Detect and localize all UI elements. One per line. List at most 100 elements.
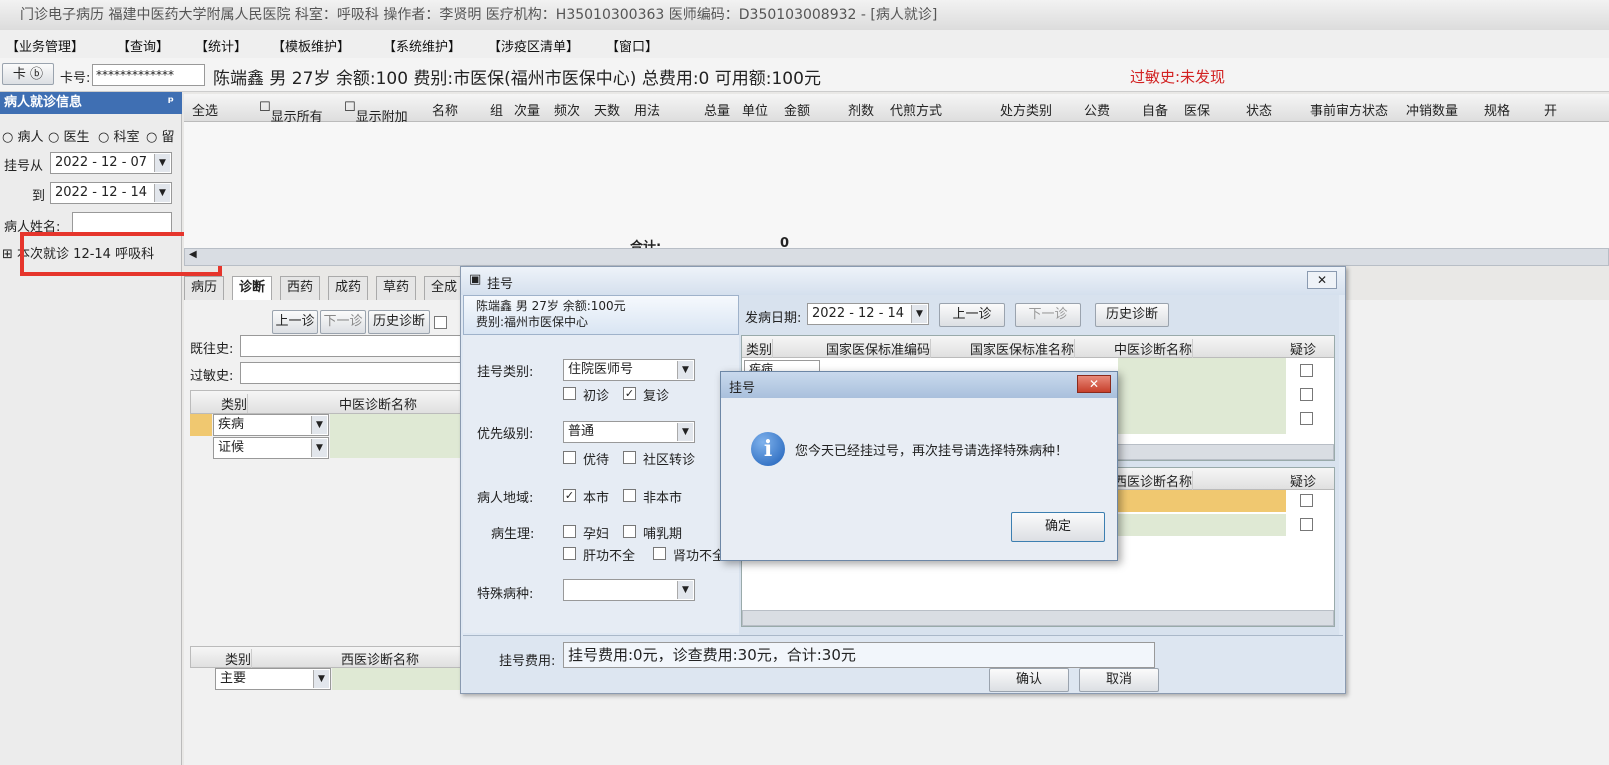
patient-name-input[interactable] (72, 212, 172, 234)
panel-title: 病人就诊信息 ᵖ (0, 92, 182, 114)
chevron-down-icon: ▼ (911, 305, 927, 323)
menu-business[interactable]: 【业务管理】 (6, 36, 84, 55)
col-days: 天数 (594, 104, 621, 119)
pin-icon[interactable]: ᵖ (168, 92, 174, 114)
radio-dept[interactable]: ○ 科室 (98, 126, 140, 145)
reg-prev-visit-button[interactable]: 上一诊 (939, 303, 1005, 327)
onset-date-picker[interactable]: 2022 - 12 - 14 ▼ (807, 303, 929, 325)
physio-label: 病生理: (491, 527, 535, 542)
menu-epidemic[interactable]: 【涉疫区清单】 (488, 36, 579, 55)
tab-medical-record[interactable]: 病历 (184, 276, 225, 300)
priority-select[interactable]: 普通 ▼ (563, 421, 695, 443)
patient-summary: 陈端鑫 男 27岁 余额:100 费别:市医保(福州市医保中心) 总费用:0 可… (213, 69, 821, 89)
tab-western-medicine[interactable]: 西药 (280, 276, 321, 300)
reg-form: 挂号类别: 住院医师号 ▼ 初诊 ✓ 复诊 优先级别: 普通 ▼ 优待 社区转诊 病… (463, 335, 739, 633)
first-visit-checkbox[interactable] (563, 387, 576, 400)
reg-tcm-cells[interactable] (1118, 358, 1286, 434)
show-all-checkbox[interactable]: ☐ 显示所有 (259, 100, 323, 125)
col-status: 状态 (1246, 104, 1273, 119)
tcm-type-select-2[interactable]: 证候 ▼ (213, 437, 329, 459)
allergy-history-input[interactable] (240, 362, 466, 384)
dialog-titlebar: ▣ 挂号 ✕ (461, 267, 1345, 295)
reg-wm-cell[interactable] (1118, 514, 1286, 536)
local-label: 本市 (583, 491, 610, 506)
card-button[interactable]: 卡 ⓑ (2, 63, 54, 85)
tab-patent-medicine[interactable]: 成药 (328, 276, 369, 300)
menu-window[interactable]: 【窗口】 (606, 36, 658, 55)
reg-wm-scrollbar[interactable] (742, 610, 1334, 626)
wm-type-select[interactable]: 主要 ▼ (215, 668, 331, 690)
confirm-button[interactable]: 确认 (989, 668, 1069, 692)
card-number-input[interactable]: ************* (92, 64, 205, 86)
to-date-picker[interactable]: 2022 - 12 - 14 ▼ (50, 182, 172, 204)
preferential-checkbox[interactable] (563, 451, 576, 464)
expand-icon[interactable]: ⊞ (2, 247, 13, 262)
reg-col-tcm-name: 中医诊断名称 (1114, 339, 1194, 358)
suspect-checkbox-3[interactable] (1300, 412, 1313, 425)
info-icon: i (751, 432, 785, 466)
suspect-checkbox-1[interactable] (1300, 364, 1313, 377)
horizontal-scrollbar[interactable]: ◀ (184, 248, 1609, 266)
menu-stats[interactable]: 【统计】 (195, 36, 247, 55)
community-referral-checkbox[interactable] (623, 451, 636, 464)
col-usage: 用法 (634, 104, 661, 119)
reg-history-diagnosis-button[interactable]: 历史诊断 (1095, 303, 1169, 327)
past-history-label: 既往史: (190, 342, 234, 357)
radio-patient[interactable]: ○ 病人 (2, 126, 44, 145)
menu-query[interactable]: 【查询】 (117, 36, 169, 55)
cancel-button[interactable]: 取消 (1079, 668, 1159, 692)
suspect-checkbox-2[interactable] (1300, 388, 1313, 401)
prescription-grid-header: 全选 ☐ 显示所有 ☐ 显示附加 名称 组 次量 频次 天数 用法 总量 单位 … (184, 94, 1609, 125)
reg-wm-selected-cell[interactable] (1118, 490, 1286, 512)
wm-suspect-checkbox-2[interactable] (1300, 518, 1313, 531)
chevron-down-icon: ▼ (677, 581, 693, 599)
tab-herbal[interactable]: 草药 (376, 276, 417, 300)
tcm-type-select[interactable]: 疾病 ▼ (213, 414, 329, 436)
lactation-checkbox[interactable] (623, 525, 636, 538)
tcm-name-cells[interactable] (330, 414, 470, 458)
diag-checkbox[interactable] (434, 316, 447, 329)
tab-all[interactable]: 全成 (424, 276, 465, 300)
history-diagnosis-button[interactable]: 历史诊断 (368, 310, 430, 334)
wm-grid-header: 类别 西医诊断名称 (190, 646, 470, 668)
menu-system[interactable]: 【系统维护】 (383, 36, 461, 55)
col-unit: 单位 (742, 104, 769, 119)
pregnant-checkbox[interactable] (563, 525, 576, 538)
next-visit-button[interactable]: 下一诊 (320, 310, 366, 334)
community-referral-label: 社区转诊 (643, 453, 696, 468)
col-amount: 金额 (784, 104, 811, 119)
close-icon[interactable]: ✕ (1307, 271, 1337, 289)
scroll-left-icon[interactable]: ◀ (189, 249, 197, 260)
radio-stay[interactable]: ○ 留 (146, 126, 175, 145)
wm-name-cell[interactable] (332, 668, 470, 690)
wm-col-name: 西医诊断名称 (341, 653, 420, 668)
radio-doctor[interactable]: ○ 医生 (48, 126, 90, 145)
col-dose: 次量 (514, 104, 541, 119)
special-disease-select[interactable]: ▼ (563, 579, 695, 601)
close-icon[interactable]: ✕ (1077, 375, 1111, 393)
tab-bar: 病历 诊断 西药 成药 草药 全成 (184, 276, 484, 300)
menu-template[interactable]: 【模板维护】 (272, 36, 350, 55)
past-history-input[interactable] (240, 335, 466, 357)
nonlocal-checkbox[interactable] (623, 489, 636, 502)
revisit-checkbox[interactable]: ✓ (623, 387, 636, 400)
tab-diagnosis[interactable]: 诊断 (232, 276, 273, 300)
onset-date-label: 发病日期: (745, 311, 802, 326)
dialog-title: 挂号 (487, 277, 514, 292)
message-text: 您今天已经挂过号，再次挂号请选择特殊病种！ (795, 444, 1069, 459)
local-checkbox[interactable]: ✓ (563, 489, 576, 502)
liver-insufficiency-checkbox[interactable] (563, 547, 576, 560)
chevron-down-icon: ▼ (677, 423, 693, 441)
message-titlebar: 挂号 ✕ (721, 372, 1117, 398)
show-extra-checkbox[interactable]: ☐ 显示附加 (344, 100, 408, 125)
reg-next-visit-button[interactable]: 下一诊 (1015, 303, 1081, 327)
message-title: 挂号 (729, 381, 756, 396)
from-date-picker[interactable]: 2022 - 12 - 07 ▼ (50, 152, 172, 174)
ok-button[interactable]: 确定 (1011, 512, 1105, 542)
prev-visit-button[interactable]: 上一诊 (272, 310, 318, 334)
wm-suspect-checkbox-1[interactable] (1300, 494, 1313, 507)
kidney-insufficiency-checkbox[interactable] (653, 547, 666, 560)
select-all[interactable]: 全选 (192, 100, 218, 119)
to-label: 到 (32, 189, 46, 204)
reg-type-select[interactable]: 住院医师号 ▼ (563, 359, 695, 381)
